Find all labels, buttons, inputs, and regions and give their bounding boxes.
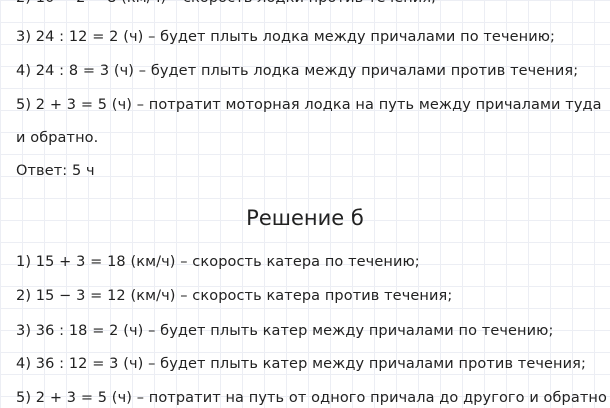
solution-b-step-3: 3) 36 : 18 = 2 (ч) – будет плыть катер м… (16, 323, 554, 339)
solution-a-answer: Ответ: 5 ч (16, 163, 95, 179)
solution-a-step-4: 4) 24 : 8 = 3 (ч) – будет плыть лодка ме… (16, 63, 579, 79)
solution-a-step-5-continued: и обратно. (16, 130, 99, 146)
solution-a-step-2: 2) 10 − 2 = 8 (км/ч) – скорость лодки пр… (16, 0, 436, 8)
solution-b-step-4: 4) 36 : 12 = 3 (ч) – будет плыть катер м… (16, 356, 586, 372)
solution-b-step-1: 1) 15 + 3 = 18 (км/ч) – скорость катера … (16, 254, 420, 270)
solution-b-heading: Решение б (246, 206, 364, 230)
solution-b-step-2: 2) 15 − 3 = 12 (км/ч) – скорость катера … (16, 288, 453, 304)
solution-a-step-5: 5) 2 + 3 = 5 (ч) – потратит моторная лод… (16, 97, 602, 113)
solution-a-step-3: 3) 24 : 12 = 2 (ч) – будет плыть лодка м… (16, 29, 556, 45)
solution-b-step-5: 5) 2 + 3 = 5 (ч) – потратит на путь от о… (16, 390, 607, 406)
